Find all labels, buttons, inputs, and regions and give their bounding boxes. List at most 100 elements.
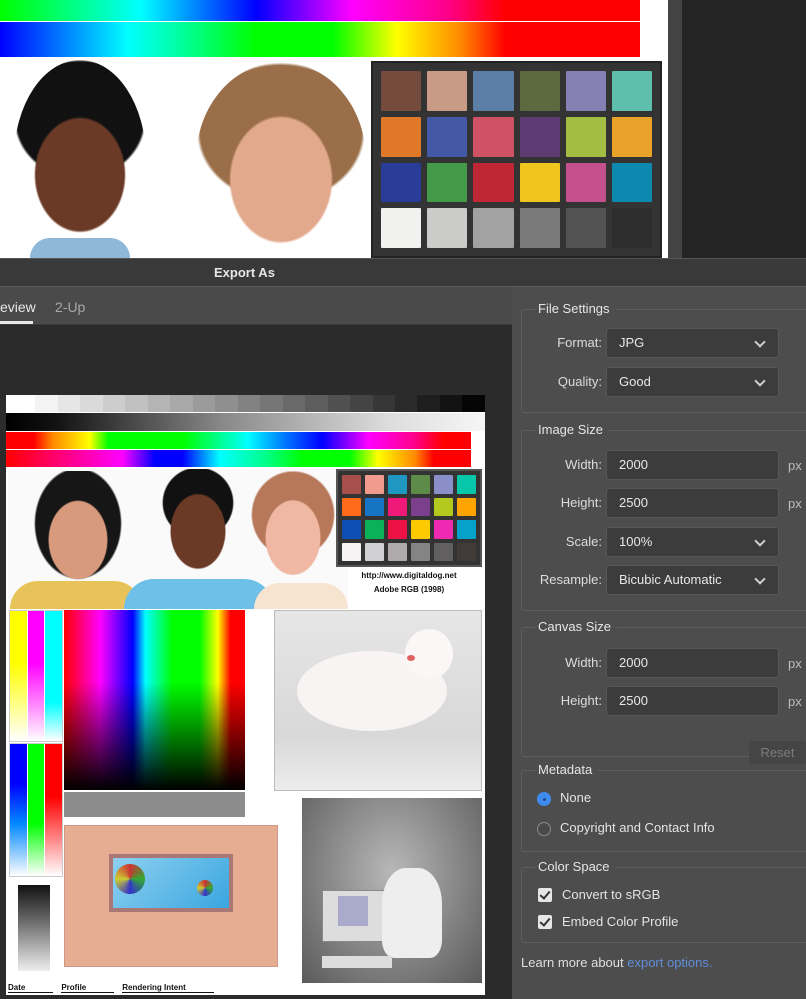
metadata-copyright-label[interactable]: Copyright and Contact Info (560, 820, 715, 835)
wall-mural-photo (64, 825, 278, 967)
color-swatch (411, 475, 430, 494)
metadata-none-label[interactable]: None (560, 790, 591, 805)
color-swatch (427, 116, 468, 157)
gray-step (439, 395, 463, 412)
color-space-title: Color Space (536, 859, 616, 874)
resample-value: Bicubic Automatic (619, 572, 722, 587)
portrait-shirt-cream (254, 583, 348, 609)
color-swatch (457, 475, 476, 494)
color-swatch (565, 71, 606, 111)
color-swatch (457, 497, 476, 516)
color-swatch (434, 520, 453, 539)
convert-srgb-label[interactable]: Convert to sRGB (562, 887, 660, 902)
gray-step (215, 395, 238, 412)
quality-dropdown[interactable]: Good (606, 367, 779, 397)
grayscale-patch-target (18, 885, 50, 971)
color-checker-chart (371, 61, 662, 258)
learn-more-prefix: Learn more about (521, 955, 628, 970)
color-swatch (611, 71, 652, 111)
color-swatch (365, 497, 384, 516)
gray-step (35, 395, 58, 412)
gray-step (125, 395, 148, 412)
embed-profile-label[interactable]: Embed Color Profile (562, 914, 678, 929)
gray-step (57, 395, 81, 412)
color-swatch (457, 542, 476, 561)
canvas-width-label: Width: (565, 655, 602, 670)
color-swatch (365, 542, 384, 561)
scale-dropdown[interactable]: 100% (606, 527, 779, 557)
resample-label: Resample: (539, 572, 602, 587)
gamut-gradient (64, 610, 245, 790)
color-swatch (457, 520, 476, 539)
format-dropdown[interactable]: JPG (606, 328, 779, 358)
gray-patch (64, 792, 245, 817)
export-options-link[interactable]: export options. (627, 955, 712, 970)
color-swatch (434, 497, 453, 516)
gray-step (147, 395, 171, 412)
convert-srgb-checkbox[interactable] (538, 888, 552, 902)
format-label: Format: (557, 335, 602, 350)
metadata-none-radio[interactable] (537, 792, 551, 806)
dialog-title: Export As (214, 265, 275, 280)
image-width-value: 2000 (619, 457, 648, 472)
tab-preview[interactable]: eview (0, 299, 36, 315)
canvas-width-input[interactable]: 2000 (606, 648, 779, 678)
tab-2-up[interactable]: 2-Up (55, 299, 85, 315)
color-swatch (342, 475, 361, 494)
color-swatch (388, 475, 407, 494)
color-swatch (519, 116, 560, 157)
color-profile-label: Adobe RGB (1998) (373, 585, 445, 594)
portrait-woman-left (14, 60, 146, 258)
quality-label: Quality: (557, 374, 602, 389)
image-width-unit: px (788, 458, 802, 473)
color-swatch (411, 520, 430, 539)
color-swatch (473, 71, 514, 111)
dialog-titlebar[interactable]: Export As (0, 258, 806, 287)
color-swatch (365, 520, 384, 539)
workspace-background (682, 0, 806, 258)
gray-step (372, 395, 395, 412)
resample-dropdown[interactable]: Bicubic Automatic (606, 565, 779, 595)
color-swatch (381, 71, 422, 111)
embed-profile-checkbox[interactable] (538, 915, 552, 929)
gray-step (350, 395, 373, 412)
canvas-height-value: 2500 (619, 693, 648, 708)
scale-value: 100% (619, 534, 653, 549)
image-size-group: Image Size Width: 2000 px Height: 2500 p… (521, 422, 806, 611)
image-height-value: 2500 (619, 495, 648, 510)
image-height-input[interactable]: 2500 (606, 488, 779, 518)
color-swatch (381, 208, 422, 248)
color-swatch (388, 542, 407, 561)
color-swatch (411, 542, 430, 561)
grayscale-step-wedge (6, 395, 485, 412)
color-swatch (565, 208, 606, 248)
footer-rendering-intent: Rendering Intent (122, 983, 214, 993)
portrait-shirt (30, 238, 130, 258)
gray-step (282, 395, 306, 412)
image-width-input[interactable]: 2000 (606, 450, 779, 480)
canvas-height-input[interactable]: 2500 (606, 686, 779, 716)
portrait-shirt-yellow (10, 581, 142, 609)
active-tab-indicator (0, 321, 33, 324)
metadata-group: Metadata None Copyright and Contact Info (521, 762, 806, 852)
preview-document: http://www.digitaldog.net Adobe RGB (199… (6, 395, 485, 995)
image-height-label: Height: (560, 495, 602, 510)
settings-panel: File Settings Format: JPG Quality: Good … (512, 287, 806, 999)
view-tabs: eview 2-Up (0, 287, 512, 325)
color-swatch (388, 520, 407, 539)
color-swatch (342, 542, 361, 561)
color-swatch (427, 71, 468, 111)
spectrum-bar (0, 0, 640, 21)
gray-step (394, 395, 418, 412)
color-swatch (565, 162, 606, 203)
gray-step (6, 395, 36, 412)
color-swatch (611, 208, 652, 248)
gray-step (192, 395, 216, 412)
metadata-title: Metadata (536, 762, 599, 777)
gray-step (237, 395, 261, 412)
metadata-copyright-radio[interactable] (537, 822, 551, 836)
image-height-unit: px (788, 496, 802, 511)
reset-button[interactable]: Reset (749, 741, 806, 764)
canvas-width-unit: px (788, 656, 802, 671)
background-document (0, 0, 682, 258)
